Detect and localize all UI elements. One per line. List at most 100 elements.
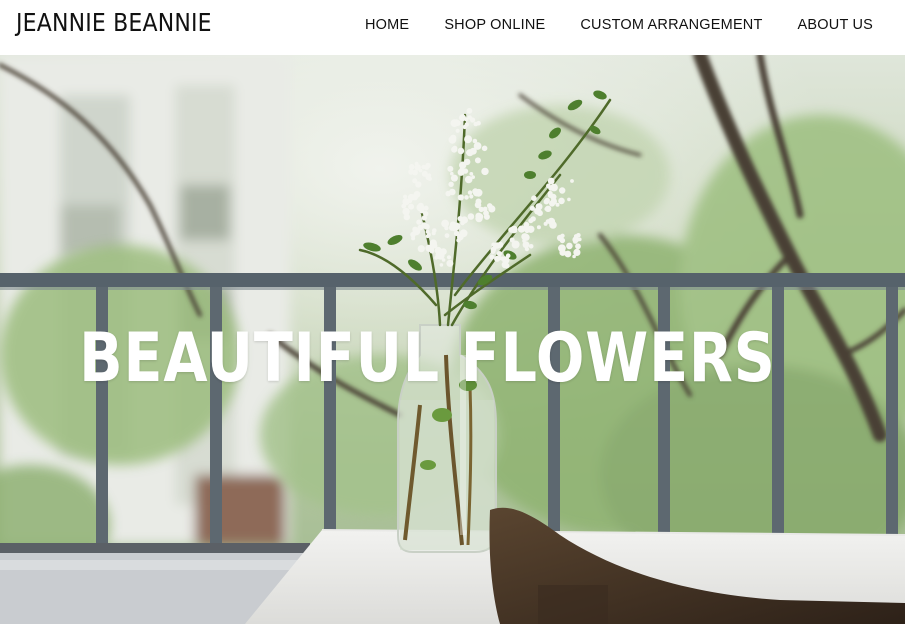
blossom: [464, 122, 469, 127]
blossom: [567, 197, 571, 202]
blossom: [517, 225, 526, 233]
blossom: [529, 205, 536, 211]
blossom: [467, 190, 473, 195]
blossom: [439, 263, 444, 267]
blossom: [528, 218, 534, 224]
blossom: [491, 242, 496, 247]
railing-post: [886, 287, 898, 545]
blossom: [547, 177, 555, 185]
blossom: [459, 229, 468, 238]
blossom: [413, 191, 421, 198]
blossom: [444, 226, 449, 231]
blossom: [501, 261, 509, 269]
blossom: [457, 147, 465, 155]
blossom: [469, 194, 474, 199]
blossom: [454, 222, 459, 228]
blossom: [445, 190, 452, 197]
blossom: [467, 213, 475, 220]
nav-custom-arrangement-link[interactable]: CUSTOM ARRANGEMENT: [580, 17, 762, 33]
blossom: [497, 242, 502, 247]
blossom: [474, 157, 481, 164]
blossom: [522, 241, 530, 249]
blossom: [543, 221, 548, 226]
blossom: [464, 135, 473, 144]
blossom: [414, 161, 419, 166]
blossom: [408, 203, 415, 210]
blossom: [466, 107, 473, 114]
blossom: [456, 238, 461, 243]
blossom: [432, 228, 437, 233]
blossom: [470, 117, 476, 123]
blossom: [547, 217, 556, 226]
blossom: [566, 242, 573, 250]
blossom: [473, 121, 479, 127]
blossom: [531, 195, 537, 201]
blossom: [444, 233, 450, 239]
blossom: [403, 194, 408, 199]
blossom: [559, 249, 566, 256]
brand-logo[interactable]: JEANNIE BEANNIE: [16, 8, 212, 37]
blossom: [423, 223, 430, 230]
blossom: [575, 243, 581, 250]
blossom: [481, 145, 488, 152]
blossom: [522, 235, 527, 240]
hero-banner: BEAUTIFUL FLOWERS: [0, 55, 905, 624]
nav-shop-online-link[interactable]: SHOP ONLINE: [444, 17, 545, 33]
blossom: [573, 234, 579, 239]
blossom: [440, 248, 447, 256]
blossom: [536, 225, 541, 230]
blossom: [548, 192, 553, 197]
blossom: [417, 224, 424, 231]
blossom: [573, 248, 581, 256]
blossom: [417, 202, 424, 209]
blossom: [528, 244, 534, 249]
blossom: [524, 247, 530, 252]
blossom: [560, 233, 565, 238]
blossom: [408, 164, 415, 170]
blossom: [496, 251, 502, 257]
blossom: [447, 165, 454, 172]
blossom: [457, 216, 463, 222]
blossom: [462, 168, 469, 174]
blossom: [483, 210, 489, 217]
blossom: [534, 207, 542, 215]
blossom: [417, 245, 425, 253]
blossom: [464, 175, 473, 184]
blossom: [402, 198, 410, 206]
blossom: [474, 188, 483, 197]
blossom: [494, 255, 501, 262]
blossom: [478, 206, 484, 213]
blossom: [489, 254, 495, 260]
blossom: [475, 212, 483, 220]
blossom: [572, 239, 578, 244]
blossom: [415, 181, 422, 188]
blossom: [559, 187, 566, 194]
nav-home-link[interactable]: HOME: [365, 17, 409, 33]
blossom: [457, 194, 464, 201]
blossom: [473, 142, 482, 150]
blossom: [464, 117, 469, 122]
blossom: [419, 208, 425, 214]
blossom: [464, 195, 469, 200]
blossom: [453, 119, 460, 126]
blossom: [455, 128, 460, 133]
blossom: [451, 146, 458, 153]
blossom: [510, 225, 518, 234]
blossom: [450, 171, 454, 176]
hero-title: BEAUTIFUL FLOWERS: [79, 318, 776, 398]
blossom: [448, 181, 454, 187]
page: JEANNIE BEANNIE HOME SHOP ONLINE CUSTOM …: [0, 0, 905, 624]
blossom: [450, 174, 458, 182]
blossom: [421, 170, 428, 177]
blossom: [430, 244, 436, 249]
blossom: [555, 202, 560, 207]
site-header: JEANNIE BEANNIE HOME SHOP ONLINE CUSTOM …: [0, 0, 905, 55]
nav-about-us-link[interactable]: ABOUT US: [798, 17, 873, 33]
blossom: [544, 197, 550, 204]
blossom: [488, 205, 496, 213]
blossom: [570, 179, 574, 183]
blossom: [423, 205, 429, 211]
blossom: [425, 162, 431, 169]
blossom: [548, 185, 554, 191]
blossom: [559, 237, 566, 244]
